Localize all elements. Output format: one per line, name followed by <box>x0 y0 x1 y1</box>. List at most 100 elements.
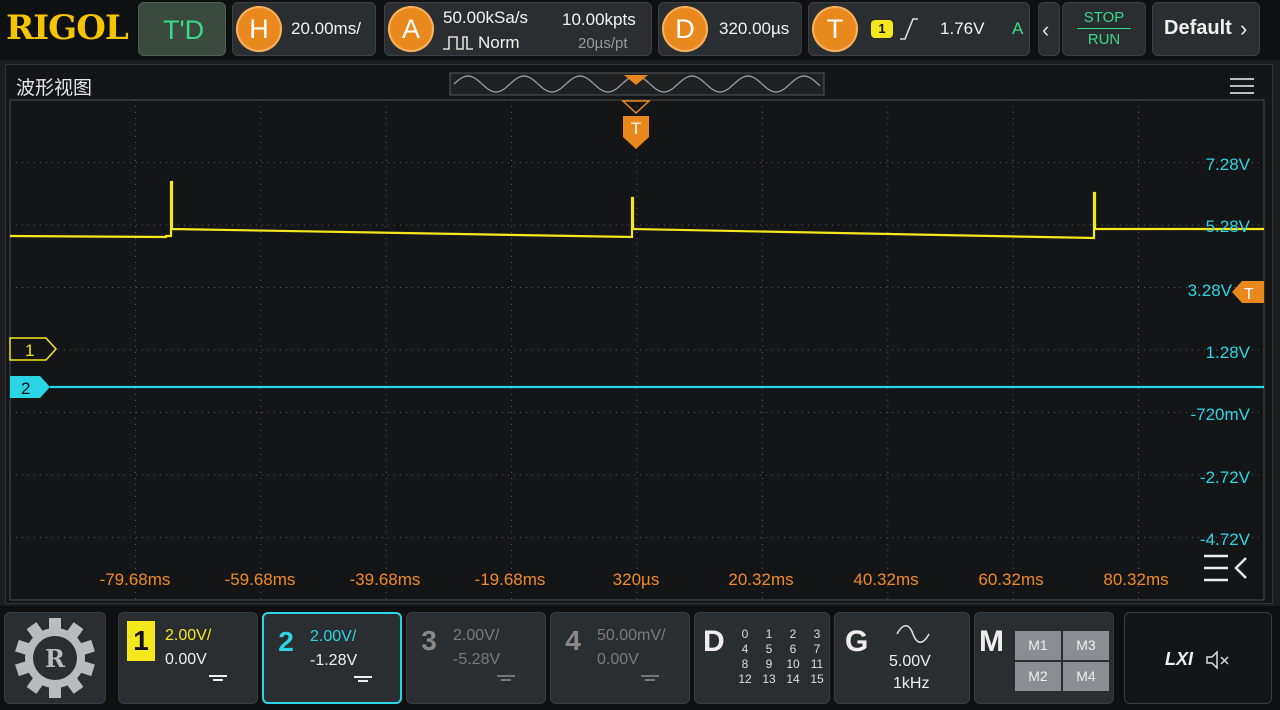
channel-4-number: 4 <box>565 625 581 656</box>
run-stop-button[interactable]: STOP RUN <box>1062 2 1146 56</box>
v-label: 5.28V <box>1205 217 1250 236</box>
acquire-mode-icon <box>443 36 473 50</box>
v-label: 3.28V <box>1187 281 1232 300</box>
digital-channel-label: 12 <box>738 672 752 686</box>
t-label: 80.32ms <box>1103 570 1169 589</box>
acquire-icon: A <box>388 6 434 52</box>
t-label: -79.68ms <box>99 570 171 589</box>
lxi-logo: LXI <box>1165 649 1194 669</box>
channel-1-number: 1 <box>127 621 155 661</box>
trigger-level-marker: T <box>1232 281 1264 303</box>
v-label: -2.72V <box>1199 468 1250 487</box>
channel-4-scale: 50.00mV/ <box>597 627 666 644</box>
math-m4-button[interactable]: M4 <box>1063 662 1109 691</box>
t-label: -19.68ms <box>474 570 546 589</box>
channel-3-panel[interactable]: 3 2.00V/ -5.28V <box>406 612 546 704</box>
timebase-mode-button[interactable]: T'D <box>138 2 226 56</box>
math-panel[interactable]: M M1 M3 M2 M4 <box>974 612 1114 704</box>
digital-channel-grid: 0 1 2 3 4 5 6 7 8 9 10 11 12 13 14 15 <box>733 627 829 687</box>
generator-letter: G <box>845 625 869 658</box>
digital-channel-label: 3 <box>813 627 821 641</box>
generator-amplitude: 5.00V <box>889 653 931 670</box>
run-stop-divider <box>1077 28 1131 29</box>
scope-graticule: T 1 2 T <box>9 72 1265 601</box>
timebase-mode-label: T'D <box>163 15 205 45</box>
run-label: RUN <box>1087 31 1121 48</box>
status-panel: LXI <box>1124 612 1272 704</box>
delay-icon: D <box>662 6 708 52</box>
math-grid: M1 M3 M2 M4 <box>1015 631 1109 691</box>
svg-text:2: 2 <box>21 379 30 398</box>
digital-channel-label: 0 <box>741 627 749 641</box>
scroll-left-button[interactable]: ‹ <box>1038 2 1060 56</box>
channel-3-scale: 2.00V/ <box>453 627 500 644</box>
delay-value: 320.00µs <box>719 19 790 38</box>
channel-1-scale: 2.00V/ <box>165 627 212 644</box>
channel-4-panel[interactable]: 4 50.00mV/ 0.00V <box>550 612 690 704</box>
rigol-logo: RIGOL <box>6 8 129 48</box>
speaker-mute-icon[interactable] <box>1205 649 1231 671</box>
dc-coupling-icon <box>354 676 372 684</box>
memory-depth: 10.00kpts <box>562 10 636 29</box>
time-per-point: 20µs/pt <box>578 35 628 52</box>
top-bar: RIGOL T'D H 20.00ms/ A 50.00kSa/s Norm 1… <box>0 0 1280 60</box>
trigger-level: 1.76V <box>940 19 985 38</box>
svg-text:T: T <box>1244 286 1254 303</box>
v-label: 1.28V <box>1205 343 1250 362</box>
v-label: -4.72V <box>1199 530 1250 549</box>
generator-panel[interactable]: G 5.00V 1kHz <box>834 612 970 704</box>
horizontal-panel[interactable]: H 20.00ms/ <box>232 2 376 56</box>
t-label: 60.32ms <box>978 570 1044 589</box>
digital-channel-label: 11 <box>810 657 824 671</box>
digital-channel-label: 9 <box>765 657 773 671</box>
math-m2-button[interactable]: M2 <box>1015 662 1061 691</box>
math-letter: M <box>979 625 1004 658</box>
digital-channel-label: 7 <box>813 642 821 656</box>
horizontal-icon: H <box>236 6 282 52</box>
t-label: 20.32ms <box>728 570 794 589</box>
collapse-menu-icon <box>1204 554 1247 582</box>
delay-panel[interactable]: D 320.00µs <box>658 2 802 56</box>
channel-2-offset: -1.28V <box>310 652 358 669</box>
digital-channel-label: 1 <box>765 627 773 641</box>
digital-letter: D <box>703 625 725 658</box>
scroll-right-button[interactable]: › <box>1238 2 1260 56</box>
acquire-mode: Norm <box>478 33 520 52</box>
math-m1-button[interactable]: M1 <box>1015 631 1061 660</box>
chevron-left-icon: ‹ <box>1042 17 1050 42</box>
default-label: Default <box>1164 17 1232 39</box>
digital-channel-label: 2 <box>789 627 797 641</box>
chevron-right-icon: › <box>1240 16 1248 41</box>
channel-2-panel[interactable]: 2 2.00V/ -1.28V <box>262 612 402 704</box>
v-label: 7.28V <box>1205 155 1250 174</box>
channel-3-number: 3 <box>421 625 437 656</box>
gear-icon: R <box>15 618 95 698</box>
trigger-icon: T <box>812 6 858 52</box>
channel-1-panel[interactable]: 1 2.00V/ 0.00V <box>118 612 258 704</box>
channel-2-number: 2 <box>278 626 294 657</box>
ch1-offset-marker: 1 <box>9 337 58 361</box>
svg-text:T: T <box>631 119 641 138</box>
digital-channel-label: 13 <box>762 672 776 686</box>
rising-edge-icon <box>900 18 918 40</box>
digital-channel-label: 8 <box>741 657 749 671</box>
t-label: 40.32ms <box>853 570 919 589</box>
horizontal-scale: 20.00ms/ <box>291 19 361 38</box>
digital-channel-label: 4 <box>741 642 749 656</box>
math-m3-button[interactable]: M3 <box>1063 631 1109 660</box>
home-button[interactable]: R <box>4 612 106 704</box>
digital-channel-label: 15 <box>810 672 824 686</box>
waveform-window[interactable]: 波形视图 T 1 2 T 7.28V 5.28V 3.28V 1.28V -72… <box>5 64 1273 604</box>
dc-coupling-icon <box>209 675 227 683</box>
channel-1-offset: 0.00V <box>165 651 207 668</box>
digital-panel[interactable]: D 0 1 2 3 4 5 6 7 8 9 10 11 12 13 14 15 <box>694 612 830 704</box>
acquire-panel[interactable]: A 50.00kSa/s Norm 10.00kpts 20µs/pt <box>384 2 652 56</box>
digital-channel-label: 5 <box>765 642 773 656</box>
svg-text:R: R <box>45 644 66 673</box>
sine-wave-icon <box>896 625 930 643</box>
dc-coupling-icon <box>497 675 515 683</box>
sample-rate: 50.00kSa/s <box>443 8 529 27</box>
trigger-panel[interactable]: T 1 1.76V A <box>808 2 1030 56</box>
memory-overview-bar <box>449 72 825 96</box>
channel-4-offset: 0.00V <box>597 651 639 668</box>
